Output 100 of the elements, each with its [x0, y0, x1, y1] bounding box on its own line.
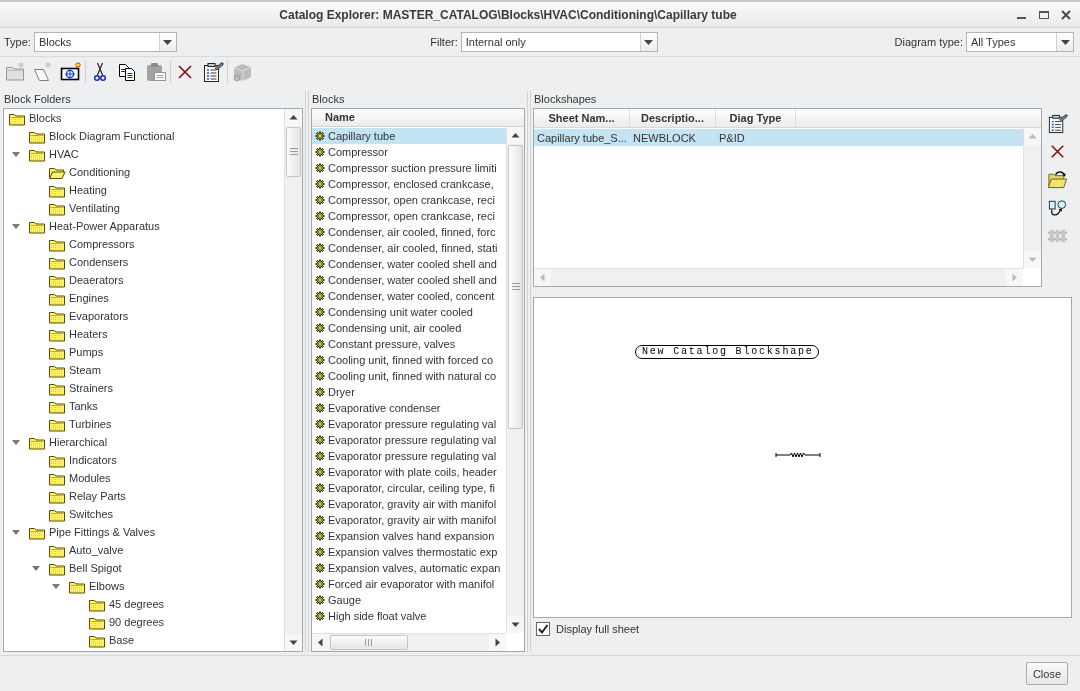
list-item[interactable]: Condenser, water cooled, concent [312, 288, 506, 304]
tree-item[interactable]: Indicators [69, 454, 117, 466]
list-item[interactable]: Cooling unit, finned with forced co [312, 352, 506, 368]
list-item[interactable]: Gauge [312, 592, 506, 608]
asterisk-icon [315, 339, 325, 349]
list-item[interactable]: Condenser, air cooled, finned, stati [312, 240, 506, 256]
list-item[interactable]: Expansion valves hand expansion [312, 528, 506, 544]
list-item[interactable]: Compressor, enclosed crankcase, [312, 176, 506, 192]
crosshair-icon[interactable] [60, 61, 82, 83]
vertical-scrollbar[interactable] [284, 109, 302, 651]
tree-item[interactable]: Bell Spigot [69, 562, 122, 574]
diagram-type-dropdown[interactable]: All Types [966, 32, 1074, 52]
list-item[interactable]: Evaporative condenser [312, 400, 506, 416]
list-item[interactable]: Evaporator pressure regulating val [312, 432, 506, 448]
list-item[interactable]: Condenser, air cooled, finned, forc [312, 224, 506, 240]
close-button[interactable]: Close [1025, 662, 1068, 685]
list-item[interactable]: Condensing unit, air cooled [312, 320, 506, 336]
tree-item[interactable]: Evaporators [69, 310, 129, 322]
table-row[interactable]: Capillary tube_S... NEWBLOCK P&ID [534, 129, 1023, 146]
tree-item[interactable]: Auto_valve [69, 544, 124, 556]
tree-item[interactable]: Conditioning [69, 166, 131, 178]
table-cell-text: Capillary tube_S... [536, 131, 628, 144]
asterisk-icon [315, 371, 325, 381]
caret-icon[interactable] [51, 581, 61, 591]
scrollbar-thumb[interactable] [508, 145, 523, 429]
caret-icon[interactable] [11, 527, 21, 537]
asterisk-icon [315, 355, 325, 365]
list-item[interactable]: Condenser, water cooled shell and [312, 256, 506, 272]
caret-icon[interactable] [11, 149, 21, 159]
tree-item[interactable]: Block Diagram Functional [49, 130, 175, 142]
properties-icon[interactable] [1046, 113, 1068, 134]
list-item[interactable]: High side float valve [312, 608, 506, 624]
tree-item[interactable]: 45 degrees [109, 598, 165, 610]
swap-icon[interactable] [1046, 197, 1068, 218]
tree-item[interactable]: HVAC [49, 148, 79, 160]
asterisk-icon [315, 131, 325, 141]
tree-item[interactable]: Tanks [69, 400, 98, 412]
list-item[interactable]: Dryer [312, 384, 506, 400]
tree-item[interactable]: Deaerators [69, 274, 124, 286]
close-icon[interactable] [1060, 8, 1072, 21]
caret-icon[interactable] [11, 221, 21, 231]
open-folder-icon[interactable] [1046, 169, 1068, 190]
list-item[interactable]: Compressor, open crankcase, reci [312, 192, 506, 208]
tree-item[interactable]: Pumps [69, 346, 104, 358]
tree-item[interactable]: 90 degrees [109, 616, 165, 628]
type-dropdown[interactable]: Blocks [33, 32, 177, 52]
tree-item[interactable]: Engines [69, 292, 109, 304]
list-item[interactable]: Expansion valves thermostatic exp [312, 544, 506, 560]
filter-dropdown[interactable]: Internal only [460, 32, 658, 52]
tree-item[interactable]: Heaters [69, 328, 108, 340]
tree-item[interactable]: Strainers [69, 382, 114, 394]
tree-item[interactable]: Steam [69, 364, 101, 376]
list-item[interactable]: Evaporator with plate coils, header [312, 464, 506, 480]
list-item[interactable]: Expansion valves, automatic expan [312, 560, 506, 576]
tree-item[interactable]: Heating [69, 184, 107, 196]
asterisk-icon [315, 435, 325, 445]
asterisk-icon [315, 483, 325, 493]
list-item[interactable]: Evaporator, circular, ceiling type, fi [312, 480, 506, 496]
tree-item[interactable]: Ventilating [69, 202, 120, 214]
list-item[interactable]: Constant pressure, valves [312, 336, 506, 352]
vertical-scrollbar[interactable] [506, 127, 524, 633]
asterisk-icon [315, 403, 325, 413]
tree-item[interactable]: Pipe Fittings & Valves [49, 526, 156, 538]
list-item[interactable]: Capillary tube [312, 128, 506, 144]
scrollbar-thumb[interactable] [286, 127, 301, 177]
asterisk-icon [315, 563, 325, 573]
properties-icon[interactable] [202, 61, 224, 83]
tree-item[interactable]: Blocks [29, 112, 62, 124]
column-header[interactable]: Name [312, 109, 524, 127]
tree-item[interactable]: Turbines [69, 418, 112, 430]
list-item[interactable]: Compressor suction pressure limiti [312, 160, 506, 176]
list-item[interactable]: Evaporator, gravity air with manifol [312, 512, 506, 528]
list-item[interactable]: Forced air evaporator with manifol [312, 576, 506, 592]
caret-icon[interactable] [11, 437, 21, 447]
tree-item[interactable]: Compressors [69, 238, 135, 250]
tree-item[interactable]: Base [109, 634, 135, 646]
tree-item[interactable]: Hierarchical [49, 436, 108, 448]
caret-icon [644, 39, 654, 45]
checkbox[interactable] [536, 621, 550, 636]
column-header[interactable]: Descriptio... [630, 109, 716, 127]
list-item[interactable]: Compressor [312, 144, 506, 160]
column-header[interactable]: Diag Type [716, 109, 796, 127]
list-item[interactable]: Condenser, water cooled shell and [312, 272, 506, 288]
column-header[interactable]: Sheet Nam... [534, 109, 630, 127]
list-item[interactable]: Condensing unit water cooled [312, 304, 506, 320]
list-item[interactable]: Cooling unit, finned with natural co [312, 368, 506, 384]
tree-item[interactable]: Condensers [69, 256, 129, 268]
tree-item[interactable]: Modules [69, 472, 111, 484]
tree-item[interactable]: Heat-Power Apparatus [49, 220, 160, 232]
list-item[interactable]: Evaporator pressure regulating val [312, 416, 506, 432]
tree-item[interactable]: Elbows [89, 580, 125, 592]
asterisk-icon [315, 595, 325, 605]
horizontal-scrollbar[interactable] [312, 633, 506, 651]
tree-item[interactable]: Switches [69, 508, 114, 520]
list-item[interactable]: Compressor, open crankcase, reci [312, 208, 506, 224]
tree-item[interactable]: Relay Parts [69, 490, 126, 502]
list-item[interactable]: Evaporator pressure regulating val [312, 448, 506, 464]
list-item[interactable]: Evaporator, gravity air with manifol [312, 496, 506, 512]
scrollbar-thumb[interactable] [330, 635, 408, 650]
caret-icon[interactable] [31, 563, 41, 573]
